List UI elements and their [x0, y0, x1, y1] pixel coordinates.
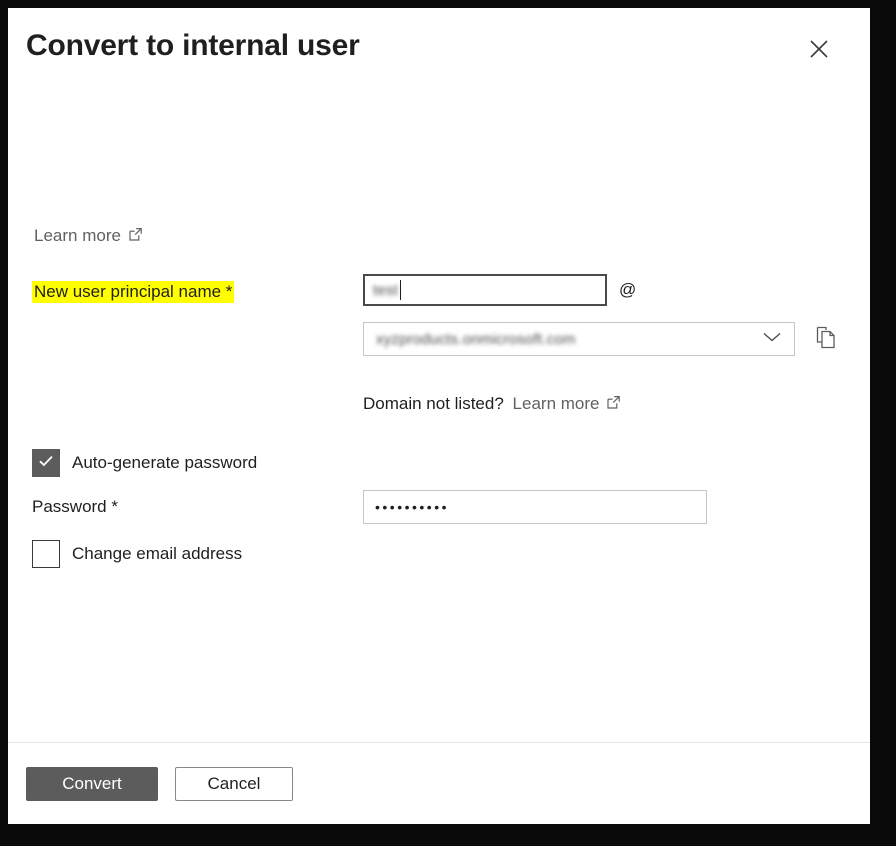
at-symbol: @ [619, 280, 637, 299]
external-link-icon [128, 226, 143, 248]
copy-icon [815, 326, 837, 353]
upn-label-text: New user principal name * [32, 281, 235, 303]
auto-generate-password-checkbox[interactable]: Auto-generate password [32, 449, 257, 477]
page-title: Convert to internal user [26, 29, 360, 62]
domain-learn-more-label: Learn more [512, 394, 600, 413]
domain-select-value: xyzproducts.onmicrosoft.com [376, 330, 576, 348]
text-caret [399, 280, 401, 300]
convert-button[interactable]: Convert [26, 767, 158, 801]
password-label: Password * [32, 497, 118, 516]
close-icon [808, 38, 830, 60]
domain-select[interactable]: xyzproducts.onmicrosoft.com [363, 322, 795, 356]
screenshot-root: Convert to internal user Learn more New … [0, 0, 896, 846]
chevron-down-icon [762, 330, 782, 348]
convert-to-internal-user-dialog: Convert to internal user Learn more New … [8, 8, 870, 824]
new-user-principal-name-label: New user principal name * [32, 280, 235, 304]
external-link-icon [606, 394, 621, 416]
checkbox-box [32, 449, 60, 477]
domain-row: xyzproducts.onmicrosoft.com [363, 322, 839, 356]
domain-not-listed-note: Domain not listed? Learn more [363, 393, 621, 415]
change-email-address-label: Change email address [72, 544, 243, 563]
checkbox-box [32, 540, 60, 568]
close-button[interactable] [800, 30, 838, 68]
cancel-button[interactable]: Cancel [175, 767, 293, 801]
learn-more-link[interactable]: Learn more [34, 225, 143, 247]
dialog-header: Convert to internal user [8, 8, 870, 86]
auto-generate-password-label: Auto-generate password [72, 453, 258, 472]
password-input-value: •••••••••• [375, 499, 450, 515]
dialog-body: Learn more New user principal name * tes… [8, 86, 870, 742]
password-input[interactable]: •••••••••• [363, 490, 707, 524]
change-email-address-checkbox[interactable]: Change email address [32, 540, 242, 568]
upn-input-group: test @ [363, 274, 636, 306]
upn-input[interactable]: test [363, 274, 607, 306]
domain-learn-more-link[interactable]: Learn more [513, 393, 622, 415]
copy-button[interactable] [813, 325, 839, 353]
dialog-footer: Convert Cancel [8, 742, 870, 824]
domain-not-listed-question: Domain not listed? [363, 394, 504, 413]
learn-more-label: Learn more [34, 226, 121, 245]
checkmark-icon [37, 452, 55, 475]
upn-input-value: test [373, 281, 398, 299]
